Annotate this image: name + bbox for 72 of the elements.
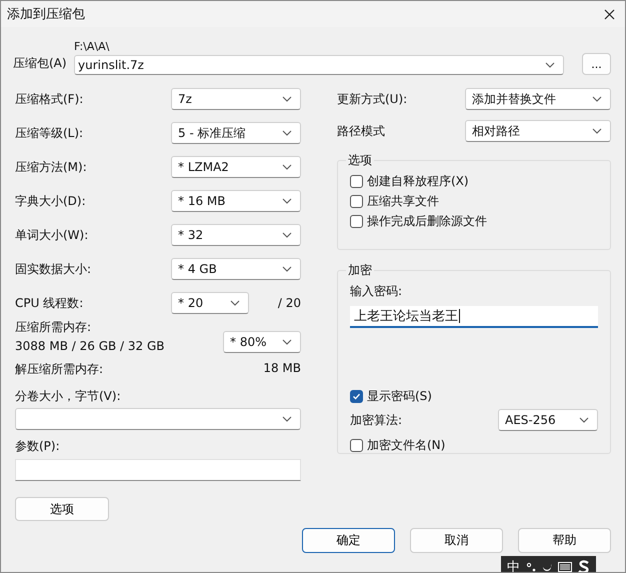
checkbox[interactable]: [350, 174, 363, 188]
chevron-icon: [592, 96, 602, 102]
moon-icon[interactable]: [542, 562, 552, 572]
chevron-icon: [282, 266, 292, 272]
dropdown[interactable]: 相对路径: [465, 120, 611, 142]
checkbox[interactable]: [350, 438, 363, 452]
password-field[interactable]: 上老王论坛当老王: [350, 306, 598, 328]
dropdown[interactable]: 5 - 标准压缩: [171, 122, 301, 144]
dropdown[interactable]: AES-256: [498, 409, 598, 431]
window-title: 添加到压缩包: [7, 6, 85, 23]
chevron-icon: [592, 128, 602, 134]
checkbox[interactable]: [350, 214, 363, 228]
checkbox[interactable]: [350, 390, 363, 402]
field-label: 压缩方法(M):: [15, 158, 88, 176]
field-label: 输入密码:: [350, 283, 404, 300]
dropdown[interactable]: [15, 408, 301, 430]
archive-path: F:\A\A\: [74, 40, 110, 53]
dropdown[interactable]: * 32: [171, 224, 301, 246]
s-logo-icon[interactable]: [578, 560, 590, 572]
chevron-icon: [545, 62, 555, 68]
memory-value: 18 MB: [263, 361, 301, 377]
dropdown[interactable]: * 16 MB: [171, 190, 301, 212]
field-label: 路径模式: [337, 122, 386, 140]
dropdown[interactable]: 添加并替换文件: [465, 88, 611, 110]
field-label: 参数(P):: [15, 438, 61, 455]
field-label: 单词大小(W):: [15, 226, 90, 244]
checkbox-label[interactable]: 操作完成后删除源文件: [367, 212, 487, 230]
checkbox-label[interactable]: 压缩共享文件: [367, 192, 439, 210]
field-label: 分卷大小，字节(V):: [15, 388, 122, 405]
keyboard-icon[interactable]: [558, 562, 572, 572]
dropdown[interactable]: * LZMA2: [171, 156, 301, 178]
close-icon[interactable]: [604, 8, 615, 20]
field-label: 压缩包(A): [13, 55, 68, 72]
field-label: 压缩等级(L):: [15, 124, 84, 142]
options-button[interactable]: 选项: [15, 497, 109, 521]
chevron-icon: [282, 232, 292, 238]
dropdown[interactable]: * 80%: [223, 331, 301, 353]
group-title: 选项: [347, 152, 373, 169]
checkmark-icon: [352, 392, 361, 400]
chevron-icon: [282, 198, 292, 204]
archive-name-field[interactable]: yurinslit.7z: [74, 55, 564, 75]
punctuation-icon[interactable]: [526, 562, 536, 572]
dialog-button[interactable]: 取消: [410, 528, 503, 553]
chevron-icon: [579, 417, 589, 423]
chevron-icon: [282, 96, 292, 102]
parameters-field[interactable]: [15, 459, 301, 481]
dialog-button[interactable]: 确定: [302, 528, 395, 553]
checkbox[interactable]: [350, 194, 363, 208]
dropdown[interactable]: * 20: [171, 292, 249, 314]
memory-usage: 3088 MB / 26 GB / 32 GB: [15, 339, 165, 353]
dropdown[interactable]: 7z: [171, 88, 301, 110]
checkbox-label[interactable]: 加密文件名(N): [367, 436, 446, 454]
dropdown[interactable]: * 4 GB: [171, 258, 301, 280]
field-label: 固实数据大小:: [15, 260, 92, 278]
field-label: 压缩所需内存:: [15, 319, 92, 336]
chevron-icon: [230, 300, 240, 306]
browse-button[interactable]: ...: [582, 53, 611, 75]
thread-count: / 20: [276, 296, 301, 310]
chevron-icon: [282, 164, 292, 170]
chevron-icon: [282, 416, 292, 422]
field-label: 解压缩所需内存:: [15, 361, 104, 378]
field-label: 字典大小(D):: [15, 192, 87, 210]
field-label: 更新方式(U):: [337, 90, 408, 108]
dialog-button[interactable]: 帮助: [518, 528, 611, 553]
field-label: 压缩格式(F):: [15, 90, 84, 108]
chevron-icon: [282, 130, 292, 136]
chevron-icon: [282, 339, 292, 345]
group-title: 加密: [347, 262, 373, 279]
checkbox-label[interactable]: 显示密码(S): [367, 388, 432, 404]
field-label: CPU 线程数:: [15, 294, 84, 312]
checkbox-label[interactable]: 创建自释放程序(X): [367, 172, 469, 190]
field-label: 加密算法:: [350, 412, 402, 428]
